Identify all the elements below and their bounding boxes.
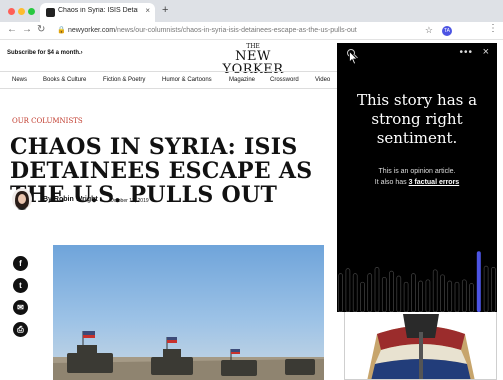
extension-icon[interactable]: TA: [442, 26, 452, 36]
nav-item-fiction-poetry[interactable]: Fiction & Poetry: [103, 77, 145, 83]
nav-item-video[interactable]: Video: [315, 77, 330, 83]
author-byline[interactable]: By Robin Wright: [43, 196, 98, 203]
sentiment-bar: [411, 273, 416, 312]
nav-item-books-culture[interactable]: Books & Culture: [43, 77, 86, 83]
facebook-share-icon[interactable]: f: [13, 256, 28, 271]
new-tab-button[interactable]: +: [162, 4, 168, 16]
sentiment-bar: [338, 273, 343, 312]
forward-arrow-icon[interactable]: →: [22, 24, 32, 35]
author-avatar[interactable]: [12, 188, 32, 210]
sentiment-bar: [469, 283, 474, 312]
nav-item-crossword[interactable]: Crossword: [270, 77, 299, 83]
sentiment-bar: [454, 281, 460, 312]
rubric-label[interactable]: OUR COLUMNISTS: [12, 117, 83, 125]
browser-tab[interactable]: Chaos in Syria: ISIS Detainees ×: [40, 3, 155, 22]
opinion-note: This is an opinion article.: [378, 168, 456, 175]
reload-icon[interactable]: ↻: [37, 24, 45, 35]
new-yorker-favicon-icon: [46, 8, 55, 17]
sentiment-headline: This story has a strong right sentiment.: [356, 91, 478, 147]
sentiment-bar: [352, 273, 358, 312]
jacket-ad-image[interactable]: [344, 311, 497, 380]
errors-prefix: It also has: [374, 179, 409, 186]
publish-date: October 13, 2019: [110, 198, 149, 204]
twitter-share-icon[interactable]: t: [13, 278, 28, 293]
sentiment-bar: [381, 276, 387, 312]
sentiment-spectrum-chart: [338, 251, 496, 312]
address-bar[interactable]: 🔒 newyorker.com/news/our-columnists/chao…: [52, 25, 492, 38]
more-options-icon[interactable]: •••: [459, 47, 473, 58]
sentiment-bar: [367, 273, 373, 312]
mouse-cursor-icon: [349, 51, 358, 65]
browser-tab-bar: Chaos in Syria: ISIS Detainees × +: [0, 0, 503, 22]
sentiment-bar: [360, 281, 365, 312]
lock-icon: 🔒: [57, 27, 66, 34]
back-arrow-icon[interactable]: ←: [7, 24, 17, 35]
sentiment-bar: [403, 281, 409, 312]
sentiment-bar: [461, 279, 467, 312]
sentiment-bar: [345, 268, 351, 312]
minimize-window-button[interactable]: [18, 8, 25, 15]
factual-errors-link[interactable]: 3 factual errors: [409, 179, 460, 186]
sentiment-bar: [396, 275, 402, 312]
nav-item-magazine[interactable]: Magazine: [229, 77, 255, 83]
browser-menu-icon[interactable]: ⋮: [488, 23, 498, 34]
sentiment-bar: [418, 280, 423, 312]
nav-item-news[interactable]: News: [12, 77, 27, 83]
nav-item-humor-cartoons[interactable]: Humor & Cartoons: [162, 77, 212, 83]
sentiment-bar: [476, 251, 481, 312]
tab-title: Chaos in Syria: ISIS Detainees: [58, 7, 138, 14]
browser-toolbar: ← → ↻ 🔒 newyorker.com/news/our-columnist…: [0, 22, 503, 40]
email-share-icon[interactable]: ✉: [13, 300, 28, 315]
sentiment-bar: [491, 267, 496, 312]
sentiment-bar: [374, 267, 380, 312]
tab-close-icon[interactable]: ×: [145, 6, 150, 15]
subscribe-link[interactable]: Subscribe for $4 a month.›: [7, 50, 83, 56]
sentiment-bar: [432, 269, 438, 312]
sentiment-bar: [447, 280, 453, 312]
sentiment-bar: [425, 279, 431, 312]
sentiment-details: This is an opinion article. It also has …: [337, 166, 497, 188]
sentiment-bar: [483, 265, 489, 312]
url-text[interactable]: newyorker.com/news/our-columnists/chaos-…: [68, 27, 357, 34]
close-window-button[interactable]: [8, 8, 15, 15]
section-nav: News Books & Culture Fiction & Poetry Hu…: [0, 71, 340, 89]
bookmark-star-icon[interactable]: ☆: [425, 25, 433, 36]
sentiment-bar: [440, 274, 445, 312]
maximize-window-button[interactable]: [28, 8, 35, 15]
sentiment-bar: [389, 270, 394, 312]
close-icon[interactable]: ×: [483, 46, 489, 58]
sentiment-extension-panel: ••• × This story has a strong right sent…: [337, 43, 497, 312]
print-icon[interactable]: ⎙: [13, 322, 28, 337]
article-photo: [53, 245, 324, 380]
